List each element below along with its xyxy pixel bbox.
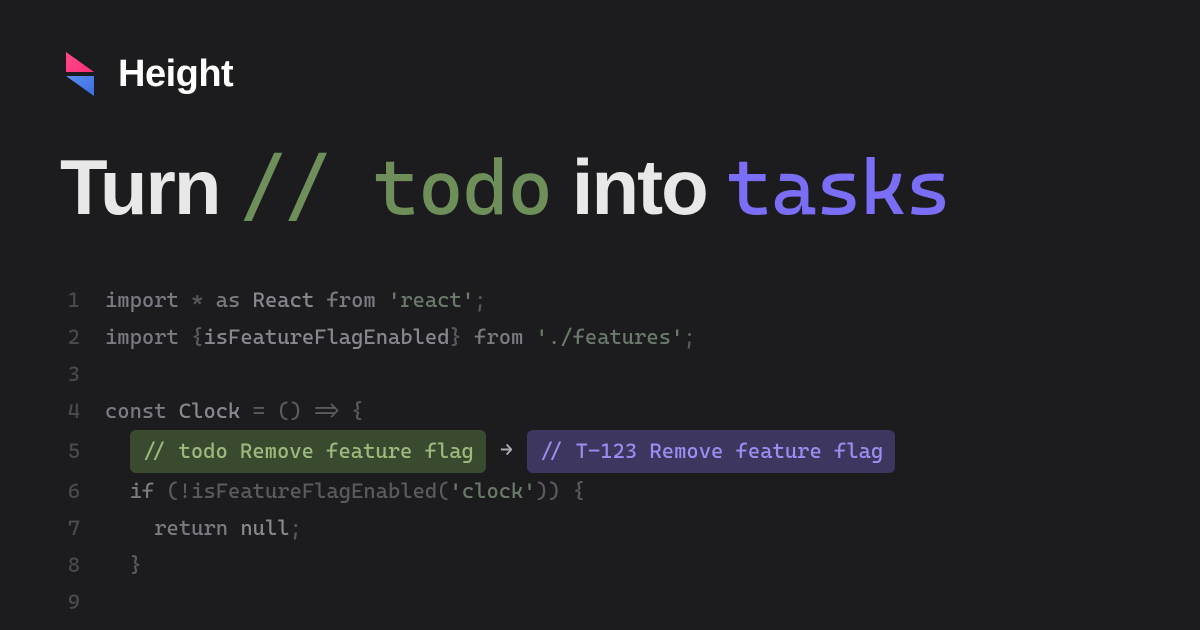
code-content: // todo Remove feature flag→// T-123 Rem… (105, 430, 895, 473)
line-number: 9 (60, 584, 105, 621)
line-number: 4 (60, 393, 105, 430)
todo-pill: // todo Remove feature flag (130, 430, 486, 473)
headline: Turn // todo into tasks (60, 148, 1140, 227)
brand-name: Height (118, 53, 233, 96)
line-number: 8 (60, 547, 105, 584)
code-block: 1 import * as React from 'react'; 2 impo… (60, 282, 1140, 621)
height-logo-icon (60, 50, 100, 98)
code-line-3: 3 (60, 356, 1140, 393)
task-pill: // T-123 Remove feature flag (527, 430, 896, 473)
code-line-2: 2 import {isFeatureFlagEnabled} from './… (60, 319, 1140, 356)
code-line-9: 9 (60, 584, 1140, 621)
code-content: import * as React from 'react'; (105, 282, 486, 319)
line-number: 3 (60, 356, 105, 393)
line-number: 1 (60, 282, 105, 319)
code-content: if (!isFeatureFlagEnabled('clock')) { (105, 473, 585, 510)
line-number: 5 (60, 433, 105, 470)
brand-header: Height (60, 50, 1140, 98)
headline-into: into (572, 143, 707, 231)
code-line-6: 6 if (!isFeatureFlagEnabled('clock')) { (60, 473, 1140, 510)
code-content: import {isFeatureFlagEnabled} from './fe… (105, 319, 696, 356)
headline-tasks: tasks (726, 143, 950, 233)
line-number: 2 (60, 319, 105, 356)
arrow-icon: → (486, 432, 527, 471)
headline-todo: // todo (239, 143, 552, 233)
code-content: } (105, 547, 142, 584)
code-line-7: 7 return null; (60, 510, 1140, 547)
code-line-4: 4 const Clock = () => { (60, 393, 1140, 430)
code-line-1: 1 import * as React from 'react'; (60, 282, 1140, 319)
headline-turn: Turn (60, 143, 220, 231)
code-content: const Clock = () => { (105, 393, 363, 430)
line-number: 6 (60, 473, 105, 510)
code-line-8: 8 } (60, 547, 1140, 584)
code-line-5: 5 // todo Remove feature flag→// T-123 R… (60, 430, 1140, 473)
line-number: 7 (60, 510, 105, 547)
code-content: return null; (105, 510, 302, 547)
page-container: Height Turn // todo into tasks 1 import … (0, 0, 1200, 621)
